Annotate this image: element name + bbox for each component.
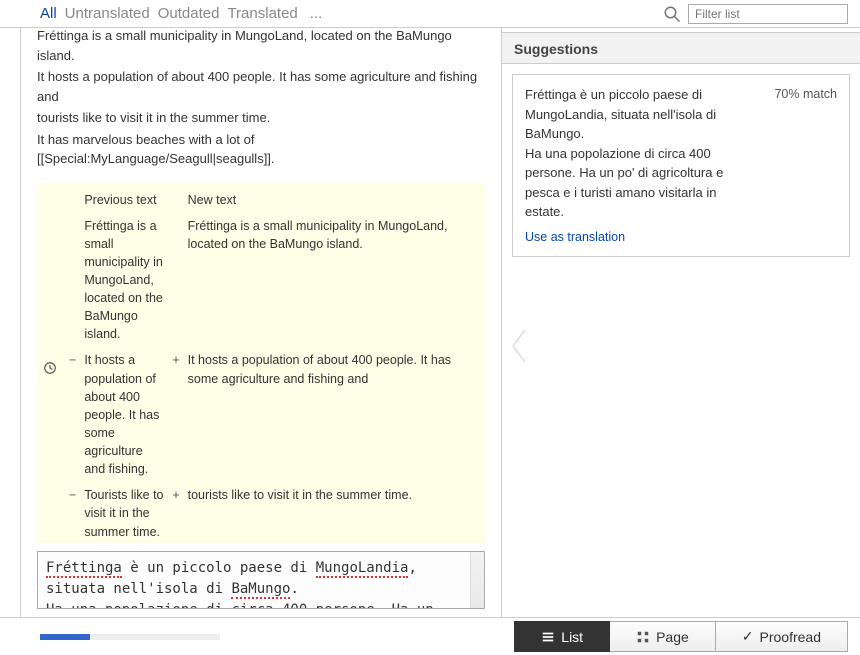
tab-all[interactable]: All [40,5,57,22]
source-line: It hosts a population of about 400 peopl… [37,67,485,106]
progress-bar [40,634,220,640]
filter-tabs: All Untranslated Outdated Translated ... [40,5,322,22]
search-icon[interactable] [662,4,682,24]
editor-word: Fréttinga [46,560,122,578]
editor-text: . [290,581,298,597]
view-page-button[interactable]: Page [610,621,716,652]
tab-outdated[interactable]: Outdated [158,5,220,22]
top-toolbar: All Untranslated Outdated Translated ... [0,0,860,28]
diff-new-header: New text [184,191,475,213]
bottom-toolbar: List Page ✓ Proofread [0,617,860,655]
editor-word: MungoLandia [316,560,409,578]
editor-word: BaMungo [231,581,290,599]
editor-text: è un piccolo paese di [122,560,316,576]
tab-untranslated[interactable]: Untranslated [65,5,150,22]
suggestions-header: Suggestions [502,32,860,64]
view-proofread-button[interactable]: ✓ Proofread [716,621,848,652]
progress-fill [40,634,90,640]
check-icon: ✓ [742,628,754,645]
source-text: Fréttinga is a small municipality in Mun… [37,28,485,171]
source-line: It has marvelous beaches with a lot of [… [37,130,485,169]
diff-old: Fréttinga is a small municipality in Mun… [80,213,168,348]
tab-translated[interactable]: Translated [227,5,297,22]
scrollbar[interactable] [470,552,484,608]
diff-prev-header: Previous text [80,191,168,213]
view-page-label: Page [656,629,689,645]
left-pane: Fréttinga is a small municipality in Mun… [21,28,501,617]
collapse-handle[interactable] [511,328,527,364]
suggestion-text: Fréttinga è un piccolo paese di MungoLan… [525,85,837,222]
diff-old: It hosts a population of about 400 peopl… [80,347,168,482]
diff-sign: − [65,347,80,482]
diff-new: Fréttinga is a small municipality in Mun… [184,213,475,348]
diff-sign [168,213,183,348]
history-icon [43,361,57,375]
diff-sign: + [168,482,183,543]
source-line: Fréttinga is a small municipality in Mun… [37,28,485,65]
filter-input[interactable] [688,4,848,24]
diff-box: Previous text New text Fréttinga is a sm… [37,183,485,544]
suggestion-match: 70% match [774,85,837,104]
grid-icon [636,630,650,644]
right-pane: Suggestions 70% match Fréttinga è un pic… [501,28,860,617]
diff-old: Tourists like to visit it in the summer … [80,482,168,543]
suggestion-item[interactable]: 70% match Fréttinga è un piccolo paese d… [512,74,850,257]
use-as-translation-link[interactable]: Use as translation [525,228,625,247]
list-icon [541,630,555,644]
diff-new: It hosts a population of about 400 peopl… [184,347,475,482]
diff-sign [65,213,80,348]
diff-new: tourists like to visit it in the summer … [184,482,475,543]
source-line: tourists like to visit it in the summer … [37,108,485,128]
view-list-button[interactable]: List [514,621,610,652]
diff-sign: + [168,347,183,482]
editor-text: Ha una popolazione di circa 400 persone.… [46,602,434,609]
view-proofread-label: Proofread [760,629,821,645]
diff-sign: − [65,482,80,543]
view-list-label: List [561,629,583,645]
translation-editor[interactable]: Fréttinga è un piccolo paese di MungoLan… [37,551,485,609]
tab-more[interactable]: ... [310,5,323,22]
